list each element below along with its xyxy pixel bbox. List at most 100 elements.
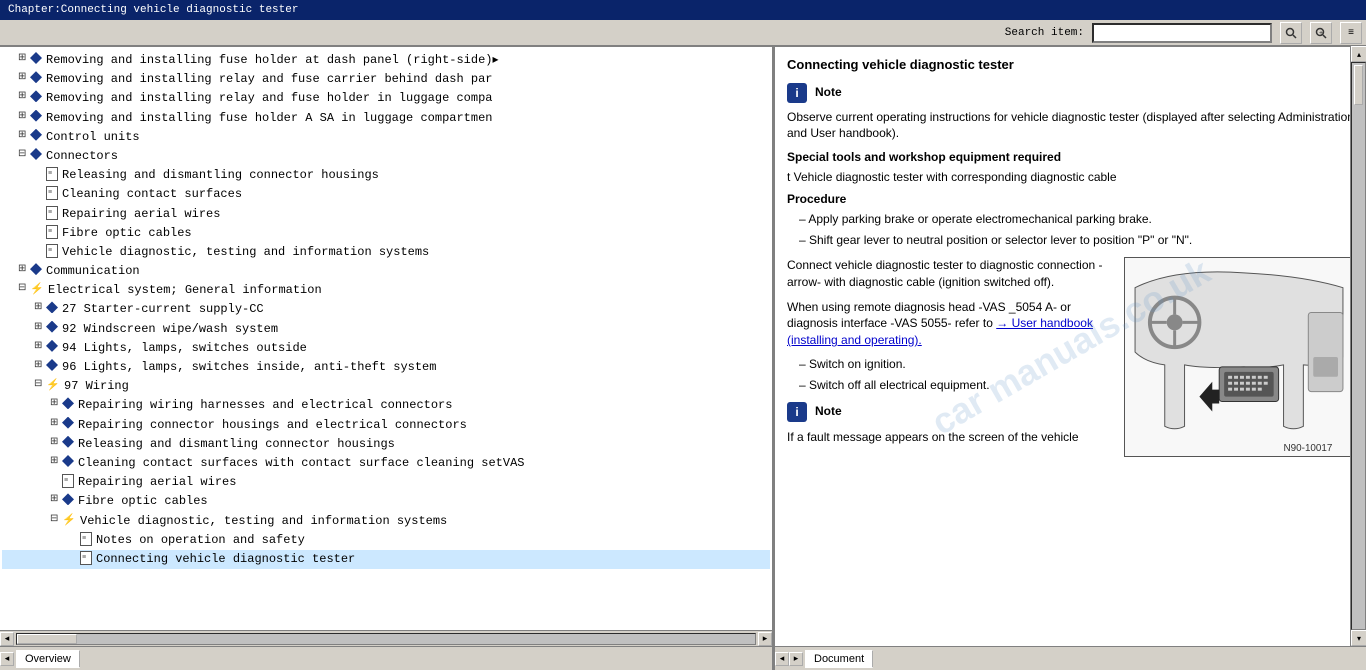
tree-item-label: 92 Windscreen wipe/wash system [62,320,278,339]
expand-icon[interactable]: ⊟ [18,147,28,163]
tree-item[interactable]: ⊟ ⚡ Vehicle diagnostic, testing and info… [2,512,770,531]
book-icon [30,110,42,122]
folder-icon: ⚡ [62,513,76,525]
tree-item[interactable]: ⊞ Repairing wiring harnesses and electri… [2,396,770,415]
vscroll-thumb[interactable] [1354,65,1363,105]
tree-item-label: 96 Lights, lamps, switches inside, anti-… [62,358,436,377]
bottom-left: ◂ Overview [0,647,775,670]
tree-item[interactable]: ⊟ ⚡ Electrical system; General informati… [2,281,770,300]
expand-icon[interactable]: ⊞ [50,454,60,470]
tree-item-label: Releasing and dismantling connector hous… [62,166,379,185]
expand-icon[interactable]: ⊞ [34,320,44,336]
tree-item[interactable]: ⊞ Cleaning contact surfaces with contact… [2,454,770,473]
vscroll-up-btn[interactable]: ▴ [1351,47,1366,62]
expand-icon[interactable]: ⊞ [50,492,60,508]
expand-icon[interactable]: ⊞ [18,89,28,105]
tree-item[interactable]: Cleaning contact surfaces [2,185,770,204]
tree-item[interactable]: ⊞ 96 Lights, lamps, switches inside, ant… [2,358,770,377]
expand-icon[interactable]: ⊞ [50,396,60,412]
tab-document[interactable]: Document [805,650,873,668]
tree-item[interactable]: ⊞ 94 Lights, lamps, switches outside [2,339,770,358]
note-box-1: i Note [787,83,1354,103]
note1-text: Observe current operating instructions f… [787,109,1354,143]
tree-item-label: Fibre optic cables [62,224,192,243]
right-bottom-section: Connect vehicle diagnostic tester to dia… [787,257,1354,457]
tree-item[interactable]: Vehicle diagnostic, testing and informat… [2,243,770,262]
tree-item[interactable]: Connecting vehicle diagnostic tester [2,550,770,569]
tree-item[interactable]: ⊞ Communication [2,262,770,281]
expand-icon [34,185,44,201]
expand-icon [34,224,44,240]
expand-icon[interactable]: ⊞ [18,51,28,67]
bottom-nav-next[interactable]: ▸ [789,652,803,666]
tree-item-label: Repairing aerial wires [62,205,220,224]
tree-item[interactable]: ⊞ Control units [2,128,770,147]
book-icon [46,340,58,352]
search-btn-2[interactable]: + [1310,22,1332,44]
scroll-right-btn[interactable]: ▸ [758,632,772,646]
expand-icon[interactable]: ⊞ [50,435,60,451]
bottom-scroll-left[interactable]: ◂ [0,652,14,666]
expand-icon[interactable]: ⊞ [18,128,28,144]
h-scrollbar[interactable]: ◂ ▸ [0,630,772,646]
search-btn-1[interactable] [1280,22,1302,44]
search-input[interactable] [1092,23,1272,43]
expand-icon[interactable]: ⊞ [34,300,44,316]
right-vscroll[interactable]: ▴ ▾ [1350,47,1366,646]
h-scrollbar-track[interactable] [16,633,756,645]
book-icon [46,301,58,313]
user-handbook-link[interactable]: → User handbook (installing and operatin… [787,316,1093,347]
page-icon [62,474,74,488]
vscroll-down-btn[interactable]: ▾ [1351,630,1366,646]
tree-item[interactable]: ⊟ Connectors [2,147,770,166]
tree-item[interactable]: ⊞ Removing and installing fuse holder at… [2,51,770,70]
book-icon [62,493,74,505]
tab-overview[interactable]: Overview [16,650,80,668]
expand-icon[interactable]: ⊞ [18,109,28,125]
h-scrollbar-thumb[interactable] [17,634,77,644]
note-label-2: Note [815,402,842,420]
tree-item-label: 27 Starter-current supply-CC [62,300,264,319]
tree-item[interactable]: ⊞ Fibre optic cables [2,492,770,511]
tree-item[interactable]: Repairing aerial wires [2,205,770,224]
book-icon [62,436,74,448]
info-icon-1: i [787,83,807,103]
expand-icon[interactable]: ⊞ [34,358,44,374]
scroll-left-btn[interactable]: ◂ [0,632,14,646]
tree-item[interactable]: Fibre optic cables [2,224,770,243]
tree-item[interactable]: ⊟ ⚡ 97 Wiring [2,377,770,396]
book-icon [62,455,74,467]
tree-item[interactable]: ⊞ Repairing connector housings and elect… [2,416,770,435]
tree-item[interactable]: Notes on operation and safety [2,531,770,550]
tree-item[interactable]: ⊞ Removing and installing relay and fuse… [2,89,770,108]
book-icon [30,148,42,160]
bottom-nav-prev[interactable]: ◂ [775,652,789,666]
page-icon [46,225,58,239]
menu-btn[interactable]: ≡ [1340,22,1362,44]
title-bar: Chapter:Connecting vehicle diagnostic te… [0,0,1366,20]
tree-item[interactable]: ⊞ Removing and installing fuse holder A … [2,109,770,128]
tree-item-label: Connecting vehicle diagnostic tester [96,550,355,569]
note-label-1: Note [815,83,842,101]
tree-content: ⊞ Removing and installing fuse holder at… [0,47,772,630]
remote-text: When using remote diagnosis head -VAS _5… [787,299,1112,349]
tree-item[interactable]: Releasing and dismantling connector hous… [2,166,770,185]
expand-icon[interactable]: ⊞ [50,416,60,432]
tree-item[interactable]: ⊞ Releasing and dismantling connector ho… [2,435,770,454]
tree-item[interactable]: ⊞ Removing and installing relay and fuse… [2,70,770,89]
expand-icon[interactable]: ⊞ [18,70,28,86]
expand-icon[interactable]: ⊞ [18,262,28,278]
tree-item-label: Vehicle diagnostic, testing and informat… [80,512,447,531]
bottom-bar: ◂ Overview ◂ ▸ Document [0,646,1366,670]
expand-icon[interactable]: ⊟ [34,377,44,393]
expand-icon[interactable]: ⊟ [50,512,60,528]
expand-icon[interactable]: ⊟ [18,281,28,297]
expand-icon[interactable]: ⊞ [34,339,44,355]
tree-item[interactable]: ⊞ 27 Starter-current supply-CC [2,300,770,319]
tree-item-label: Connectors [46,147,118,166]
tree-item[interactable]: ⊞ 92 Windscreen wipe/wash system [2,320,770,339]
tree-item[interactable]: Repairing aerial wires [2,473,770,492]
right-content: car manuals.co.uk Connecting vehicle dia… [775,47,1366,646]
tree-item-label: Removing and installing fuse holder at d… [46,51,499,70]
tree-item-label: Repairing wiring harnesses and electrica… [78,396,452,415]
